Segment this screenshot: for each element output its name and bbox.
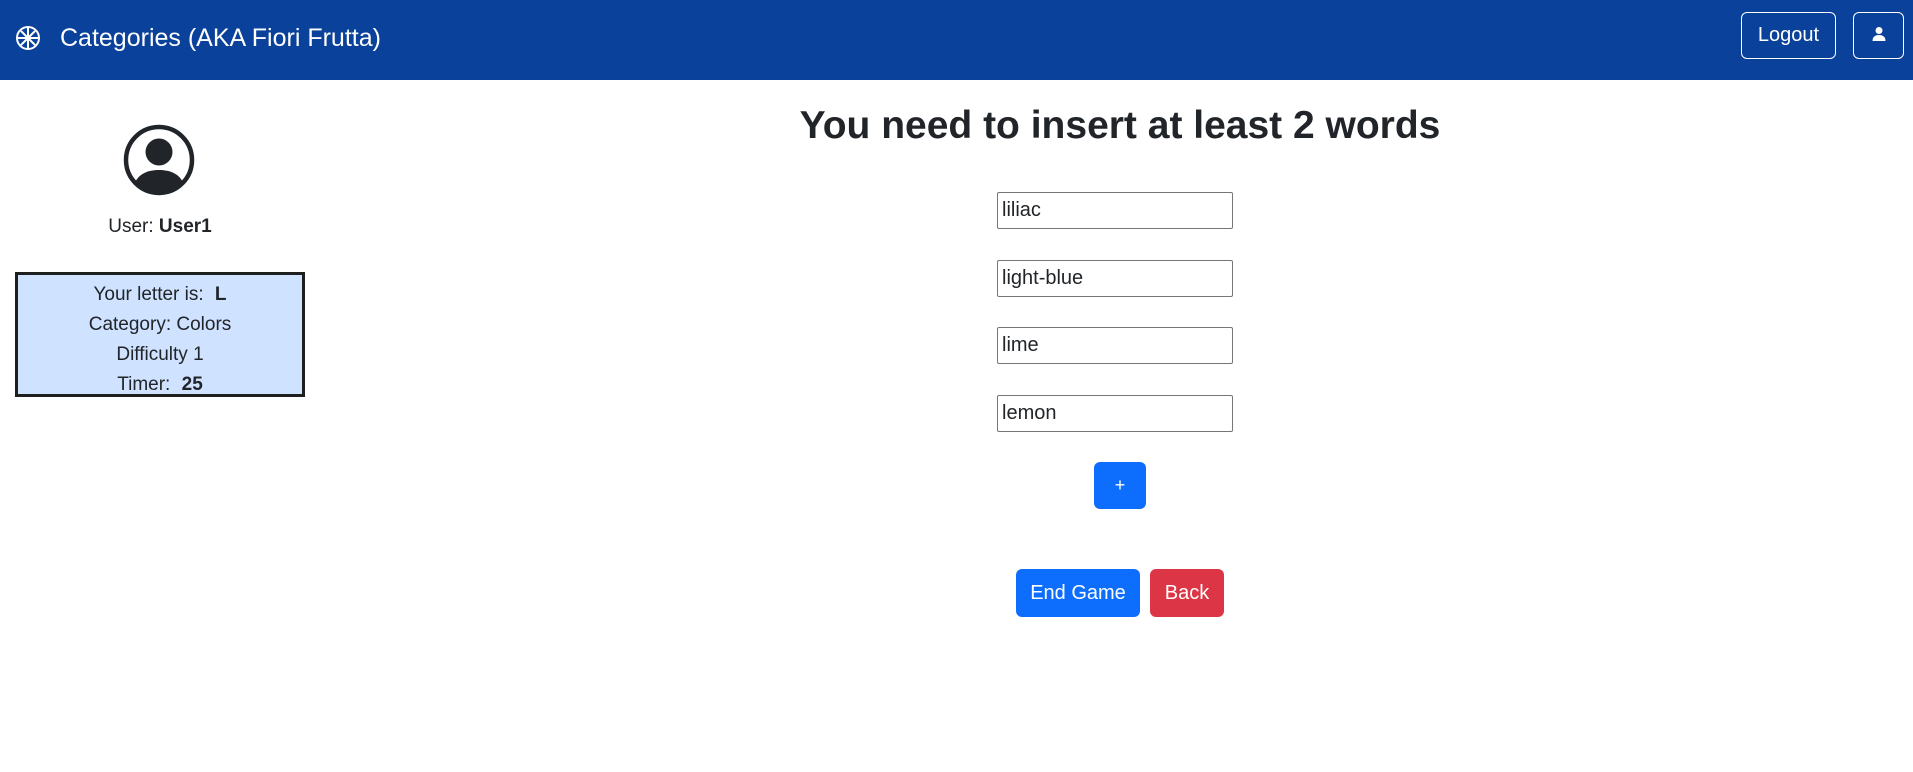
letter-value: L: [214, 284, 227, 305]
add-word-button[interactable]: +: [1094, 462, 1146, 509]
flower-icon: [14, 24, 42, 52]
app-title: Categories (AKA Fiori Frutta): [60, 23, 381, 52]
brand[interactable]: Categories (AKA Fiori Frutta): [14, 0, 381, 76]
timer-row: Timer: 25: [18, 370, 302, 400]
user-menu-button[interactable]: [1853, 12, 1904, 59]
back-button[interactable]: Back: [1150, 569, 1224, 617]
timer-label: Timer:: [117, 374, 171, 395]
person-icon: [1871, 26, 1887, 45]
end-game-button[interactable]: End Game: [1016, 569, 1140, 617]
word-input-4[interactable]: [997, 395, 1233, 432]
person-circle-icon: [122, 123, 196, 197]
word-input-2[interactable]: [997, 260, 1233, 297]
word-input-1[interactable]: [997, 192, 1233, 229]
page-title: You need to insert at least 2 words: [799, 104, 1441, 147]
user-label: User:: [108, 216, 154, 237]
navbar: Categories (AKA Fiori Frutta) Logout: [0, 0, 1913, 80]
logout-button[interactable]: Logout: [1741, 12, 1836, 59]
user-line: User: User1: [0, 216, 320, 238]
word-input-3[interactable]: [997, 327, 1233, 364]
difficulty-row: Difficulty 1: [116, 344, 204, 365]
username: User1: [158, 216, 212, 237]
game-info-box: Your letter is: L Category: Colors Diffi…: [15, 272, 305, 397]
letter-label: Your letter is:: [93, 284, 204, 305]
category-row: Category: Colors: [88, 314, 232, 335]
letter-row: Your letter is: L: [18, 280, 302, 310]
timer-value: 25: [181, 374, 203, 395]
